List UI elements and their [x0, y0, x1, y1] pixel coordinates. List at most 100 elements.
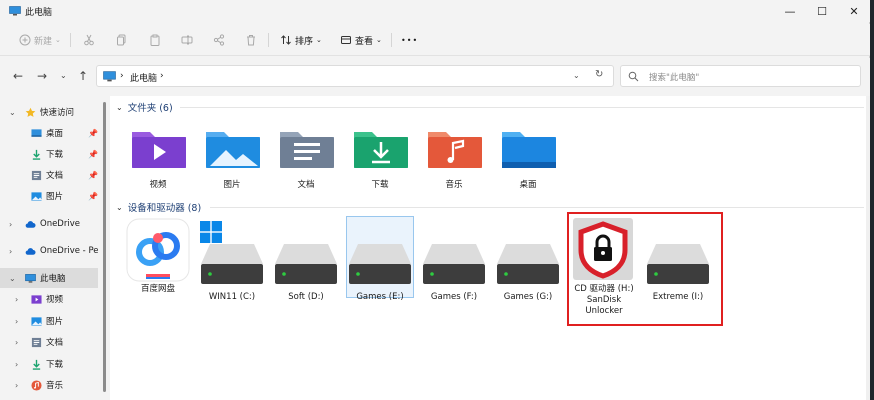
drive-d[interactable]: Soft (D:) — [272, 216, 340, 306]
drive-e[interactable]: Games (E:) — [346, 216, 414, 306]
chevron-down-icon: ⌄ — [116, 102, 123, 112]
picture-icon — [31, 316, 42, 326]
download-icon — [32, 149, 41, 160]
sidebar-item-desktop[interactable]: 桌面 📌 — [0, 123, 98, 143]
trash-icon — [244, 34, 257, 47]
sidebar-item-music[interactable]: › 音乐 — [0, 375, 98, 395]
new-button[interactable]: 新建 ⌄ — [18, 31, 61, 49]
sort-button[interactable]: 排序 ⌄ — [279, 31, 322, 49]
chevron-down-icon: ⌄ — [116, 202, 123, 212]
hard-drive-icon — [201, 244, 263, 284]
chevron-right-icon: › — [15, 337, 19, 347]
group-title: 设备和驱动器 (8) — [127, 203, 202, 214]
up-arrow-icon[interactable]: ↑ — [78, 69, 88, 83]
toolbar-divider — [391, 33, 392, 47]
sidebar-scrollbar[interactable] — [102, 96, 107, 400]
folder-label: 桌面 — [519, 180, 537, 190]
group-header-folders[interactable]: ⌄ 文件夹 (6) — [116, 100, 173, 115]
forward-arrow-icon[interactable]: → — [37, 69, 47, 83]
search-icon — [628, 71, 639, 82]
chevron-right-icon: › — [9, 246, 13, 256]
chevron-right-icon: › — [9, 219, 13, 229]
download-icon — [32, 359, 41, 370]
delete-button[interactable] — [244, 31, 257, 49]
picture-icon — [31, 191, 42, 201]
window-title: 此电脑 — [25, 8, 53, 18]
folder-documents[interactable]: 文档 — [272, 124, 340, 194]
desktop-folder-icon — [502, 132, 556, 168]
title-bar: 此电脑 — ☐ ✕ — [0, 0, 870, 22]
pin-icon: 📌 — [88, 191, 98, 201]
view-button[interactable]: 查看 ⌄ — [339, 31, 382, 49]
breadcrumb-this-pc[interactable]: 此电脑 — [130, 71, 157, 84]
drive-label: Games (E:) — [356, 292, 404, 302]
sort-label: 排序 — [295, 36, 314, 47]
folder-label: 视频 — [149, 180, 167, 190]
group-header-devices[interactable]: ⌄ 设备和驱动器 (8) — [116, 200, 202, 215]
drive-h-cd[interactable]: CD 驱动器 (H:) SanDisk Unlocker — [570, 216, 638, 316]
copy-button[interactable] — [115, 31, 128, 49]
folder-pictures[interactable]: 图片 — [198, 124, 266, 194]
navigation-pane: ⌄ 快速访问 桌面 📌 下载 📌 文档 📌 图片 📌 › OneDrive › … — [0, 96, 100, 400]
sidebar-item-onedrive[interactable]: › OneDrive — [0, 214, 98, 234]
minimize-button[interactable]: — — [774, 0, 806, 22]
share-button[interactable] — [212, 31, 225, 49]
sidebar-item-downloads-pc[interactable]: › 下载 — [0, 354, 98, 374]
refresh-icon[interactable]: ↻ — [595, 69, 603, 80]
sidebar-item-onedrive-personal[interactable]: › OneDrive - Pers — [0, 241, 98, 261]
chevron-right-icon: › — [15, 316, 19, 326]
folder-desktop[interactable]: 桌面 — [494, 124, 562, 194]
group-divider — [210, 207, 864, 208]
sidebar-item-pictures-pc[interactable]: › 图片 — [0, 311, 98, 331]
toolbar-divider — [70, 33, 71, 47]
folder-downloads[interactable]: 下载 — [346, 124, 414, 194]
sidebar-item-videos[interactable]: › 视频 — [0, 289, 98, 309]
document-icon — [31, 337, 42, 347]
pc-icon — [103, 71, 116, 82]
cut-button[interactable] — [82, 31, 95, 49]
content-pane: ⌄ 文件夹 (6) 视频 图片 文档 下载 音乐 桌面 ⌄ 设备和驱动器 (8)… — [110, 96, 870, 400]
content-scrollbar[interactable] — [866, 96, 870, 400]
folder-music[interactable]: 音乐 — [420, 124, 488, 194]
group-title: 文件夹 (6) — [127, 103, 173, 114]
pin-icon: 📌 — [88, 128, 98, 138]
sidebar-item-pictures[interactable]: 图片 📌 — [0, 186, 98, 206]
rename-button[interactable] — [180, 31, 193, 49]
star-icon — [25, 107, 36, 117]
sidebar-item-label: 图片 — [46, 317, 64, 327]
sidebar-item-downloads[interactable]: 下载 📌 — [0, 144, 98, 164]
scrollbar-thumb[interactable] — [103, 102, 106, 392]
hard-drive-icon — [275, 244, 337, 284]
drive-c[interactable]: WIN11 (C:) — [198, 216, 266, 306]
close-button[interactable]: ✕ — [838, 0, 870, 22]
music-folder-icon — [428, 132, 482, 168]
sidebar-item-label: 快速访问 — [40, 108, 75, 118]
view-label: 查看 — [355, 36, 374, 47]
sidebar-item-documents-pc[interactable]: › 文档 — [0, 332, 98, 352]
sidebar-item-label: 音乐 — [46, 381, 64, 391]
drive-label: Extreme (I:) — [652, 292, 704, 302]
address-bar[interactable]: › 此电脑 › ⌄ ↻ — [96, 65, 614, 87]
back-arrow-icon[interactable]: ← — [13, 69, 23, 83]
music-icon — [31, 379, 42, 391]
desktop-icon — [31, 128, 42, 137]
maximize-button[interactable]: ☐ — [806, 0, 838, 22]
file-explorer-window: 此电脑 — ☐ ✕ 新建 ⌄ 排序 ⌄ 查看 ⌄ ••• ← → ⌄ ↑ › 此… — [0, 0, 870, 400]
sidebar-item-quick-access[interactable]: ⌄ 快速访问 — [0, 102, 98, 122]
drive-f[interactable]: Games (F:) — [420, 216, 488, 306]
recent-chevron-icon[interactable]: ⌄ — [60, 71, 67, 80]
drive-label: Games (G:) — [503, 292, 553, 302]
drive-baidu-netdisk[interactable]: 百度网盘 — [124, 216, 192, 306]
sidebar-item-label: OneDrive - Pers — [40, 246, 98, 256]
sidebar-item-documents[interactable]: 文档 📌 — [0, 165, 98, 185]
drive-i[interactable]: Extreme (I:) — [644, 216, 712, 306]
address-history-chevron-icon[interactable]: ⌄ — [573, 71, 580, 80]
more-options-button[interactable]: ••• — [401, 31, 418, 49]
paste-button[interactable] — [148, 31, 161, 49]
pc-icon — [25, 273, 36, 283]
drive-g[interactable]: Games (G:) — [494, 216, 562, 306]
folder-videos[interactable]: 视频 — [124, 124, 192, 194]
view-icon — [339, 34, 352, 47]
sidebar-item-this-pc[interactable]: ⌄ 此电脑 — [0, 268, 98, 288]
search-input[interactable]: 搜索"此电脑" — [620, 65, 861, 87]
